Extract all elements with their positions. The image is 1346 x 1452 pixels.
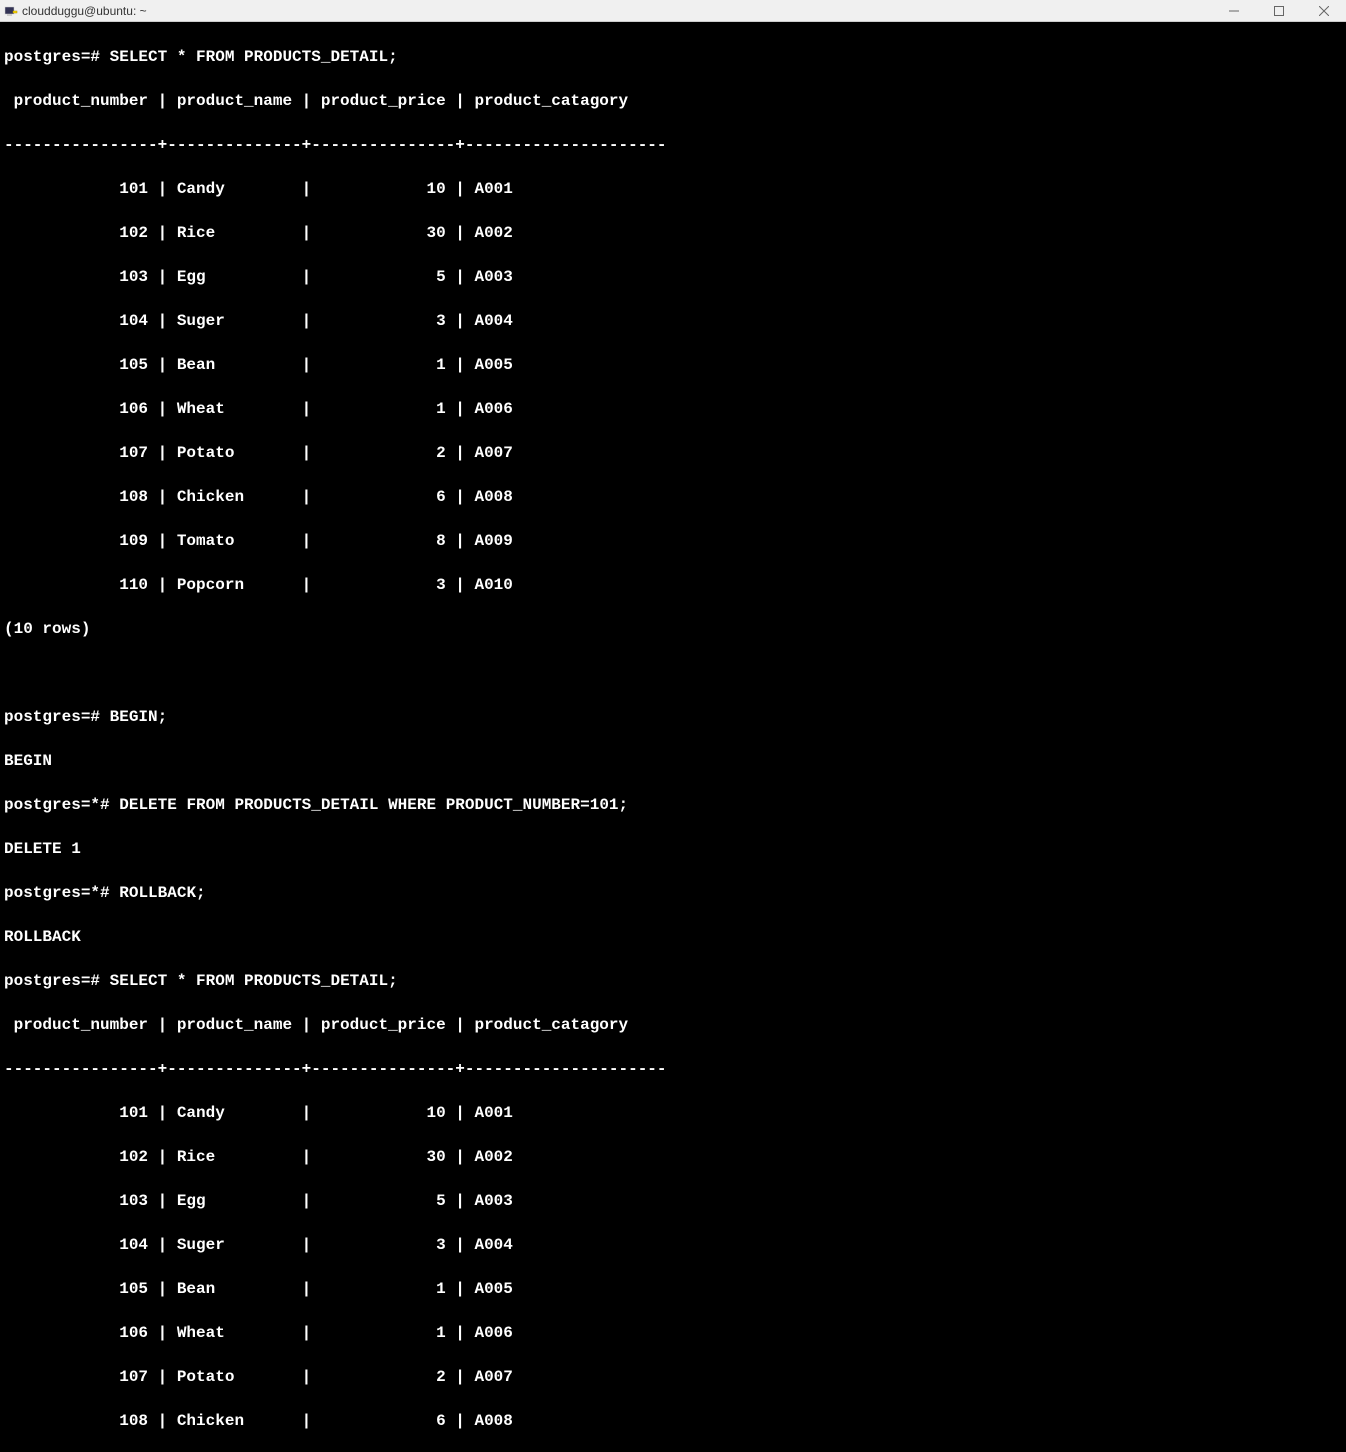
table-row: 103 | Egg | 5 | A003 — [4, 1190, 1342, 1212]
prompt-select-1: postgres=# SELECT * FROM PRODUCTS_DETAIL… — [4, 46, 1342, 68]
table-row: 101 | Candy | 10 | A001 — [4, 1102, 1342, 1124]
table-row: 105 | Bean | 1 | A005 — [4, 354, 1342, 376]
table-row: 106 | Wheat | 1 | A006 — [4, 1322, 1342, 1344]
table-row: 103 | Egg | 5 | A003 — [4, 266, 1342, 288]
window-title-bar: cloudduggu@ubuntu: ~ — [0, 0, 1346, 22]
maximize-button[interactable] — [1256, 0, 1301, 21]
blank-line — [4, 662, 1342, 684]
table-row: 108 | Chicken | 6 | A008 — [4, 1410, 1342, 1432]
table-row: 109 | Tomato | 8 | A009 — [4, 530, 1342, 552]
table-row: 106 | Wheat | 1 | A006 — [4, 398, 1342, 420]
table-row: 105 | Bean | 1 | A005 — [4, 1278, 1342, 1300]
table-header-1: product_number | product_name | product_… — [4, 90, 1342, 112]
response-begin: BEGIN — [4, 750, 1342, 772]
prompt-begin: postgres=# BEGIN; — [4, 706, 1342, 728]
window-title: cloudduggu@ubuntu: ~ — [22, 0, 1211, 22]
table-row: 104 | Suger | 3 | A004 — [4, 310, 1342, 332]
table-row: 104 | Suger | 3 | A004 — [4, 1234, 1342, 1256]
window-controls — [1211, 0, 1346, 21]
putty-icon — [4, 4, 18, 18]
table-separator-2: ----------------+--------------+--------… — [4, 1058, 1342, 1080]
prompt-select-2: postgres=# SELECT * FROM PRODUCTS_DETAIL… — [4, 970, 1342, 992]
response-rollback: ROLLBACK — [4, 926, 1342, 948]
table-header-2: product_number | product_name | product_… — [4, 1014, 1342, 1036]
table-row: 108 | Chicken | 6 | A008 — [4, 486, 1342, 508]
table-separator-1: ----------------+--------------+--------… — [4, 134, 1342, 156]
table-row: 107 | Potato | 2 | A007 — [4, 1366, 1342, 1388]
table-row: 102 | Rice | 30 | A002 — [4, 222, 1342, 244]
response-delete: DELETE 1 — [4, 838, 1342, 860]
row-count: (10 rows) — [4, 618, 1342, 640]
prompt-delete: postgres=*# DELETE FROM PRODUCTS_DETAIL … — [4, 794, 1342, 816]
minimize-button[interactable] — [1211, 0, 1256, 21]
table-row: 101 | Candy | 10 | A001 — [4, 178, 1342, 200]
table-row: 107 | Potato | 2 | A007 — [4, 442, 1342, 464]
prompt-rollback: postgres=*# ROLLBACK; — [4, 882, 1342, 904]
table-row: 110 | Popcorn | 3 | A010 — [4, 574, 1342, 596]
close-button[interactable] — [1301, 0, 1346, 21]
table-row: 102 | Rice | 30 | A002 — [4, 1146, 1342, 1168]
terminal-output[interactable]: postgres=# SELECT * FROM PRODUCTS_DETAIL… — [0, 22, 1346, 1452]
